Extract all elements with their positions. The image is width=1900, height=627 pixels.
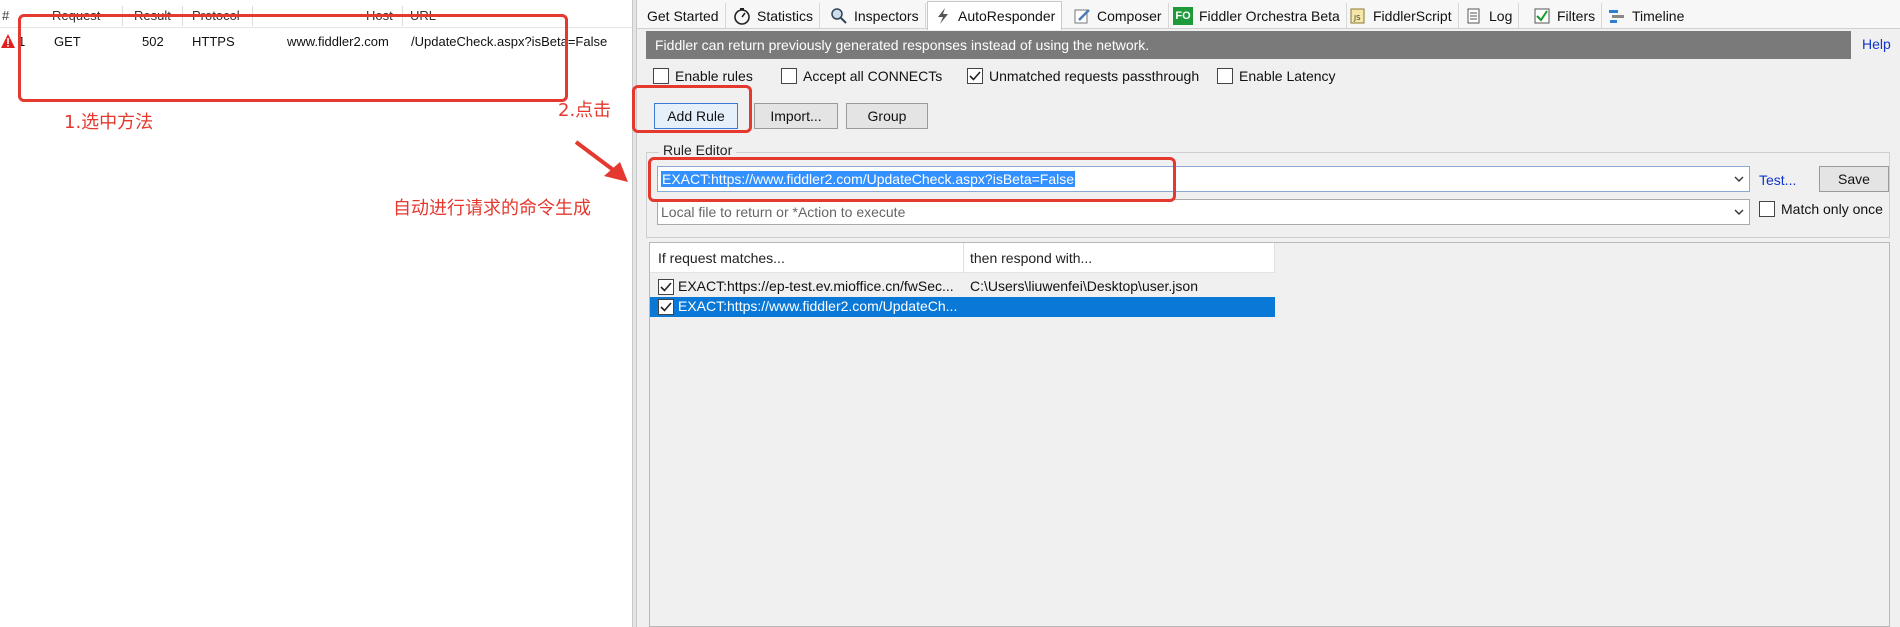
enable-rules-checkbox[interactable]: Enable rules — [653, 68, 753, 84]
tab-get-started[interactable]: Get Started — [641, 3, 726, 29]
help-link[interactable]: Help — [1862, 36, 1891, 52]
fo-icon: FO — [1173, 7, 1193, 25]
warning-icon — [1, 34, 15, 48]
unmatched-passthrough-checkbox[interactable]: Unmatched requests passthrough — [967, 68, 1199, 84]
action-combo[interactable]: Local file to return or *Action to execu… — [657, 199, 1750, 225]
enable-latency-checkbox[interactable]: Enable Latency — [1217, 68, 1336, 84]
rule-response: C:\Users\liuwenfei\Desktop\user.json — [970, 278, 1198, 294]
checkbox-box — [781, 68, 797, 84]
tab-fiddlerscript[interactable]: JS FiddlerScript — [1343, 3, 1459, 29]
checkbox-box — [1759, 201, 1775, 217]
checkbox-box — [653, 68, 669, 84]
checkbox-label: Accept all CONNECTs — [803, 68, 943, 84]
tab-label: Timeline — [1632, 8, 1685, 24]
tab-label: Log — [1489, 8, 1513, 24]
tab-label: FiddlerScript — [1373, 8, 1452, 24]
checkbox-box — [1217, 68, 1233, 84]
checkmark-icon — [660, 302, 672, 312]
rule-row-selected[interactable]: EXACT:https://www.fiddler2.com/UpdateCh.… — [650, 297, 1275, 317]
svg-text:JS: JS — [1353, 14, 1361, 22]
checkbox-label: Enable Latency — [1239, 68, 1336, 84]
tab-label: AutoResponder — [958, 8, 1056, 24]
col-then-respond-with[interactable]: then respond with... — [970, 250, 1092, 266]
chevron-down-icon[interactable] — [1733, 173, 1745, 185]
check-icon — [1533, 7, 1551, 25]
import-button[interactable]: Import... — [754, 103, 838, 129]
annotation-box-session — [18, 14, 568, 102]
inspect-icon — [830, 7, 848, 25]
tab-autoresponder[interactable]: AutoResponder — [927, 1, 1063, 30]
log-icon — [1465, 7, 1483, 25]
script-icon: JS — [1349, 7, 1367, 25]
info-bar: Fiddler can return previously generated … — [646, 31, 1851, 59]
col-number[interactable]: # — [2, 8, 9, 23]
tab-label: Composer — [1097, 8, 1162, 24]
group-button[interactable]: Group — [846, 103, 928, 129]
pencil-icon — [1073, 7, 1091, 25]
rule-match: EXACT:https://www.fiddler2.com/UpdateCh.… — [678, 298, 958, 314]
tab-log[interactable]: Log — [1459, 3, 1520, 29]
tab-composer[interactable]: Composer — [1067, 3, 1169, 29]
timeline-icon — [1608, 7, 1626, 25]
accept-connects-checkbox[interactable]: Accept all CONNECTs — [781, 68, 942, 84]
tab-label: Statistics — [757, 8, 814, 24]
rules-header: If request matches... then respond with.… — [650, 243, 1275, 273]
rules-list: If request matches... then respond with.… — [649, 242, 1890, 627]
rule-editor-label: Rule Editor — [659, 142, 737, 158]
tab-statistics[interactable]: Statistics — [727, 3, 821, 29]
tab-strip: Get Started Statistics Inspectors AutoRe… — [637, 0, 1900, 30]
col-if-request-matches[interactable]: If request matches... — [658, 250, 785, 266]
checkmark-icon — [969, 71, 981, 81]
checkbox-label: Unmatched requests passthrough — [989, 68, 1200, 84]
rule-checkbox[interactable] — [658, 279, 674, 295]
annotation-arrow-icon — [574, 140, 628, 182]
tab-fiddler-orchestra[interactable]: FO Fiddler Orchestra Beta — [1167, 3, 1347, 29]
checkbox-box — [967, 68, 983, 84]
match-only-once-checkbox[interactable]: Match only once — [1759, 201, 1883, 217]
checkbox-label: Match only once — [1781, 201, 1883, 217]
annotation-step2: 2.点击 — [558, 100, 612, 121]
tab-filters[interactable]: Filters — [1527, 3, 1603, 29]
checkbox-label: Enable rules — [675, 68, 753, 84]
autoresponder-panel: Get Started Statistics Inspectors AutoRe… — [637, 0, 1900, 627]
rule-row[interactable]: EXACT:https://ep-test.ev.mioffice.cn/fwS… — [650, 277, 1275, 297]
test-link[interactable]: Test... — [1759, 172, 1796, 188]
annotation-box-rule-editor — [648, 157, 1176, 202]
rule-match: EXACT:https://ep-test.ev.mioffice.cn/fwS… — [678, 278, 954, 294]
annotation-box-add-rule — [632, 85, 752, 133]
annotation-auto-generated: 自动进行请求的命令生成 — [393, 198, 591, 219]
checkmark-icon — [660, 282, 672, 292]
tab-inspectors[interactable]: Inspectors — [824, 3, 926, 29]
tab-label: Inspectors — [854, 8, 919, 24]
tab-label: Fiddler Orchestra Beta — [1199, 8, 1340, 24]
tab-label: Filters — [1557, 8, 1596, 24]
rule-checkbox[interactable] — [658, 299, 674, 315]
tab-timeline[interactable]: Timeline — [1602, 3, 1690, 29]
lightning-icon — [934, 7, 952, 25]
annotation-step1: 1.选中方法 — [64, 112, 154, 133]
save-button[interactable]: Save — [1819, 166, 1889, 192]
chevron-down-icon[interactable] — [1733, 206, 1745, 218]
tab-label: Get Started — [647, 8, 719, 24]
action-placeholder: Local file to return or *Action to execu… — [661, 204, 906, 220]
timer-icon — [733, 7, 751, 25]
